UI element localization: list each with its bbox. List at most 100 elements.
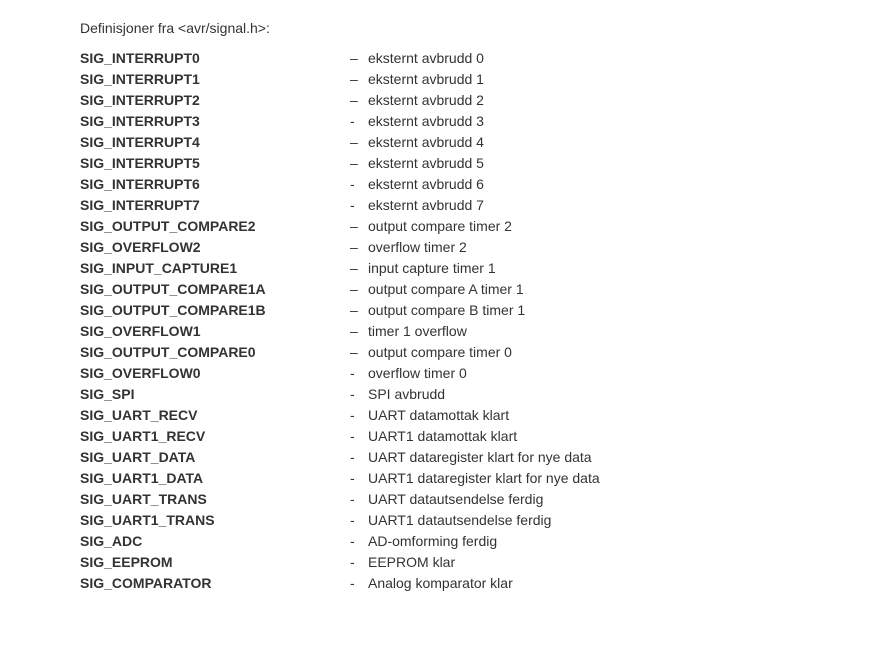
- definition-separator: –: [350, 69, 368, 90]
- definition-separator: –: [350, 48, 368, 69]
- definition-row: SIG_INTERRUPT1–eksternt avbrudd 1: [80, 69, 856, 90]
- definition-description: output compare timer 0: [368, 342, 856, 363]
- definition-separator: –: [350, 153, 368, 174]
- definition-name: SIG_INTERRUPT6: [80, 174, 350, 195]
- definition-name: SIG_OVERFLOW2: [80, 237, 350, 258]
- definition-row: SIG_UART_DATA-UART dataregister klart fo…: [80, 447, 856, 468]
- definition-row: SIG_OVERFLOW1–timer 1 overflow: [80, 321, 856, 342]
- definition-row: SIG_INTERRUPT2–eksternt avbrudd 2: [80, 90, 856, 111]
- definition-separator: -: [350, 111, 368, 132]
- definition-name: SIG_INTERRUPT0: [80, 48, 350, 69]
- definition-row: SIG_ADC-AD-omforming ferdig: [80, 531, 856, 552]
- definition-description: eksternt avbrudd 3: [368, 111, 856, 132]
- definition-row: SIG_INTERRUPT7-eksternt avbrudd 7: [80, 195, 856, 216]
- definition-description: input capture timer 1: [368, 258, 856, 279]
- definition-row: SIG_INTERRUPT3-eksternt avbrudd 3: [80, 111, 856, 132]
- definition-description: UART datautsendelse ferdig: [368, 489, 856, 510]
- definition-description: eksternt avbrudd 0: [368, 48, 856, 69]
- definition-separator: –: [350, 342, 368, 363]
- definition-name: SIG_UART1_TRANS: [80, 510, 350, 531]
- definition-name: SIG_COMPARATOR: [80, 573, 350, 594]
- definition-description: EEPROM klar: [368, 552, 856, 573]
- definition-row: SIG_COMPARATOR-Analog komparator klar: [80, 573, 856, 594]
- definition-separator: -: [350, 447, 368, 468]
- definition-separator: -: [350, 573, 368, 594]
- definition-name: SIG_INTERRUPT1: [80, 69, 350, 90]
- definition-row: SIG_UART1_TRANS-UART1 datautsendelse fer…: [80, 510, 856, 531]
- definition-description: UART1 datamottak klart: [368, 426, 856, 447]
- definition-name: SIG_EEPROM: [80, 552, 350, 573]
- definition-description: eksternt avbrudd 6: [368, 174, 856, 195]
- definition-description: UART1 dataregister klart for nye data: [368, 468, 856, 489]
- definition-separator: -: [350, 174, 368, 195]
- definition-name: SIG_UART_DATA: [80, 447, 350, 468]
- definition-description: output compare B timer 1: [368, 300, 856, 321]
- definition-separator: –: [350, 321, 368, 342]
- definition-name: SIG_INTERRUPT2: [80, 90, 350, 111]
- definition-name: SIG_OUTPUT_COMPARE1A: [80, 279, 350, 300]
- definition-row: SIG_INTERRUPT5–eksternt avbrudd 5: [80, 153, 856, 174]
- definition-name: SIG_OVERFLOW1: [80, 321, 350, 342]
- definition-description: overflow timer 0: [368, 363, 856, 384]
- definition-description: eksternt avbrudd 1: [368, 69, 856, 90]
- definition-separator: –: [350, 258, 368, 279]
- definition-description: overflow timer 2: [368, 237, 856, 258]
- definition-name: SIG_INTERRUPT7: [80, 195, 350, 216]
- definition-name: SIG_UART_RECV: [80, 405, 350, 426]
- definition-name: SIG_INPUT_CAPTURE1: [80, 258, 350, 279]
- definition-name: SIG_OUTPUT_COMPARE1B: [80, 300, 350, 321]
- definition-name: SIG_OVERFLOW0: [80, 363, 350, 384]
- definition-row: SIG_UART_RECV-UART datamottak klart: [80, 405, 856, 426]
- definition-row: SIG_OUTPUT_COMPARE0–output compare timer…: [80, 342, 856, 363]
- definition-name: SIG_UART1_DATA: [80, 468, 350, 489]
- definition-row: SIG_EEPROM-EEPROM klar: [80, 552, 856, 573]
- definition-separator: -: [350, 195, 368, 216]
- heading: Definisjoner fra <avr/signal.h>:: [80, 20, 856, 36]
- definition-separator: –: [350, 132, 368, 153]
- definition-row: SIG_UART1_RECV-UART1 datamottak klart: [80, 426, 856, 447]
- definition-separator: -: [350, 405, 368, 426]
- definition-row: SIG_INTERRUPT0–eksternt avbrudd 0: [80, 48, 856, 69]
- definition-name: SIG_SPI: [80, 384, 350, 405]
- definition-separator: –: [350, 90, 368, 111]
- definition-separator: –: [350, 216, 368, 237]
- definition-description: output compare timer 2: [368, 216, 856, 237]
- definition-description: UART dataregister klart for nye data: [368, 447, 856, 468]
- definition-description: eksternt avbrudd 7: [368, 195, 856, 216]
- definition-description: timer 1 overflow: [368, 321, 856, 342]
- definition-separator: -: [350, 531, 368, 552]
- definition-name: SIG_UART_TRANS: [80, 489, 350, 510]
- definition-description: UART datamottak klart: [368, 405, 856, 426]
- definition-description: AD-omforming ferdig: [368, 531, 856, 552]
- definition-row: SIG_UART_TRANS-UART datautsendelse ferdi…: [80, 489, 856, 510]
- definition-name: SIG_UART1_RECV: [80, 426, 350, 447]
- definition-separator: -: [350, 510, 368, 531]
- definition-name: SIG_ADC: [80, 531, 350, 552]
- definition-separator: -: [350, 489, 368, 510]
- definition-description: SPI avbrudd: [368, 384, 856, 405]
- definition-separator: -: [350, 426, 368, 447]
- definition-row: SIG_OUTPUT_COMPARE2–output compare timer…: [80, 216, 856, 237]
- definitions-list: SIG_INTERRUPT0–eksternt avbrudd 0SIG_INT…: [80, 48, 856, 594]
- definition-row: SIG_INPUT_CAPTURE1–input capture timer 1: [80, 258, 856, 279]
- definition-separator: –: [350, 237, 368, 258]
- definition-separator: -: [350, 384, 368, 405]
- definition-row: SIG_SPI-SPI avbrudd: [80, 384, 856, 405]
- definition-row: SIG_OUTPUT_COMPARE1A–output compare A ti…: [80, 279, 856, 300]
- definition-separator: -: [350, 363, 368, 384]
- definition-name: SIG_INTERRUPT5: [80, 153, 350, 174]
- definition-name: SIG_OUTPUT_COMPARE2: [80, 216, 350, 237]
- definition-description: UART1 datautsendelse ferdig: [368, 510, 856, 531]
- definition-name: SIG_OUTPUT_COMPARE0: [80, 342, 350, 363]
- definition-name: SIG_INTERRUPT3: [80, 111, 350, 132]
- definition-name: SIG_INTERRUPT4: [80, 132, 350, 153]
- definition-separator: –: [350, 300, 368, 321]
- definition-description: eksternt avbrudd 5: [368, 153, 856, 174]
- definition-description: Analog komparator klar: [368, 573, 856, 594]
- definition-separator: -: [350, 468, 368, 489]
- definition-separator: –: [350, 279, 368, 300]
- definition-row: SIG_INTERRUPT4–eksternt avbrudd 4: [80, 132, 856, 153]
- definition-row: SIG_UART1_DATA-UART1 dataregister klart …: [80, 468, 856, 489]
- definition-row: SIG_OUTPUT_COMPARE1B–output compare B ti…: [80, 300, 856, 321]
- definition-row: SIG_OVERFLOW0-overflow timer 0: [80, 363, 856, 384]
